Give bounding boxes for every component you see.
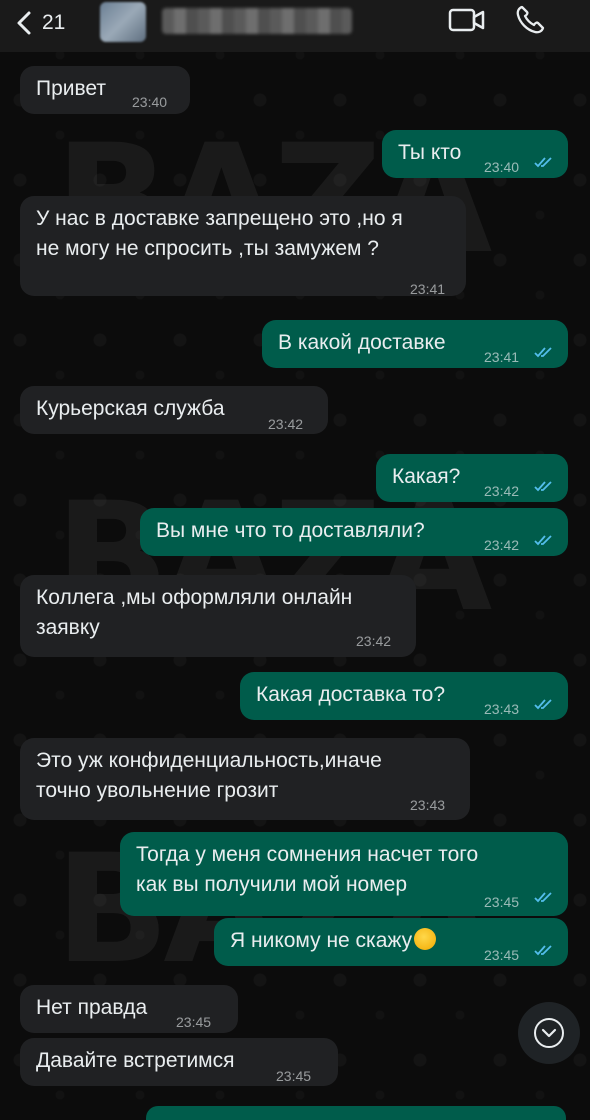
message-time: 23:45: [484, 894, 520, 910]
message-text: Какая?: [392, 465, 461, 488]
message-text: У нас в доставке запрещено это ,но я не …: [36, 207, 403, 260]
message-outgoing[interactable]: Ты кто 23:40: [382, 130, 568, 178]
contact-name[interactable]: [162, 8, 352, 34]
message-text: Тогда у меня сомнения насчет того как вы…: [136, 843, 479, 896]
double-check-read-icon: [534, 699, 552, 710]
video-call-icon[interactable]: [448, 6, 486, 34]
message-text: Курьерская служба: [36, 397, 225, 420]
message-outgoing-partial: [146, 1106, 566, 1120]
message-outgoing[interactable]: Какая? 23:42: [376, 454, 568, 502]
message-incoming[interactable]: Давайте встретимся 23:45: [20, 1038, 338, 1086]
double-check-read-icon: [534, 347, 552, 358]
message-outgoing[interactable]: Вы мне что то доставляли? 23:42: [140, 508, 568, 556]
message-text: Вы мне что то доставляли?: [156, 519, 425, 542]
message-time: 23:42: [484, 537, 520, 553]
message-incoming[interactable]: Коллега ,мы оформляли онлайн заявку 23:4…: [20, 575, 416, 657]
message-outgoing[interactable]: Я никому не скажу 23:45: [214, 918, 568, 966]
double-check-read-icon: [534, 945, 552, 956]
message-text: Ты кто: [398, 141, 462, 164]
message-text: В какой доставке: [278, 331, 446, 354]
double-check-read-icon: [534, 157, 552, 168]
avatar[interactable]: [100, 2, 146, 42]
message-time: 23:43: [410, 797, 446, 813]
message-time: 23:42: [268, 416, 304, 432]
chevron-down-icon: [534, 1018, 564, 1048]
message-incoming[interactable]: У нас в доставке запрещено это ,но я не …: [20, 196, 466, 297]
message-outgoing[interactable]: Какая доставка то? 23:43: [240, 672, 568, 720]
message-time: 23:40: [132, 94, 168, 110]
scroll-to-bottom-button[interactable]: [518, 1002, 580, 1064]
message-incoming[interactable]: Нет правда 23:45: [20, 985, 238, 1033]
back-button[interactable]: 21: [14, 6, 65, 40]
message-time: 23:45: [484, 947, 520, 963]
double-check-read-icon: [534, 535, 552, 546]
message-time: 23:41: [484, 349, 520, 365]
message-text: Коллега ,мы оформляли онлайн заявку: [36, 586, 353, 639]
double-check-read-icon: [534, 481, 552, 492]
message-text: Я никому не скажу: [230, 929, 413, 952]
message-time: 23:45: [276, 1068, 312, 1084]
message-text: Это уж конфиденциальность,иначе точно ув…: [36, 749, 382, 802]
message-time: 23:43: [484, 701, 520, 717]
message-time: 23:45: [176, 1014, 212, 1030]
phone-call-icon[interactable]: [514, 4, 546, 36]
message-incoming[interactable]: Это уж конфиденциальность,иначе точно ув…: [20, 738, 470, 820]
chevron-left-icon: [17, 11, 31, 35]
message-time: 23:42: [356, 633, 392, 649]
unread-count: 21: [42, 11, 66, 34]
rolling-on-floor-laughing-emoji-icon: [414, 928, 437, 950]
message-time: 23:42: [484, 483, 520, 499]
message-time: 23:40: [484, 159, 520, 175]
message-text: Нет правда: [36, 996, 148, 1019]
message-text: Привет: [36, 77, 107, 100]
chat-header: 21: [0, 0, 590, 52]
message-time: 23:41: [410, 281, 446, 297]
message-outgoing[interactable]: Тогда у меня сомнения насчет того как вы…: [120, 832, 568, 916]
message-incoming[interactable]: Привет 23:40: [20, 66, 190, 114]
message-incoming[interactable]: Курьерская служба 23:42: [20, 386, 328, 434]
message-text: Давайте встретимся: [36, 1049, 235, 1072]
message-text: Какая доставка то?: [256, 683, 445, 706]
double-check-read-icon: [534, 892, 552, 903]
message-outgoing[interactable]: В какой доставке 23:41: [262, 320, 568, 368]
